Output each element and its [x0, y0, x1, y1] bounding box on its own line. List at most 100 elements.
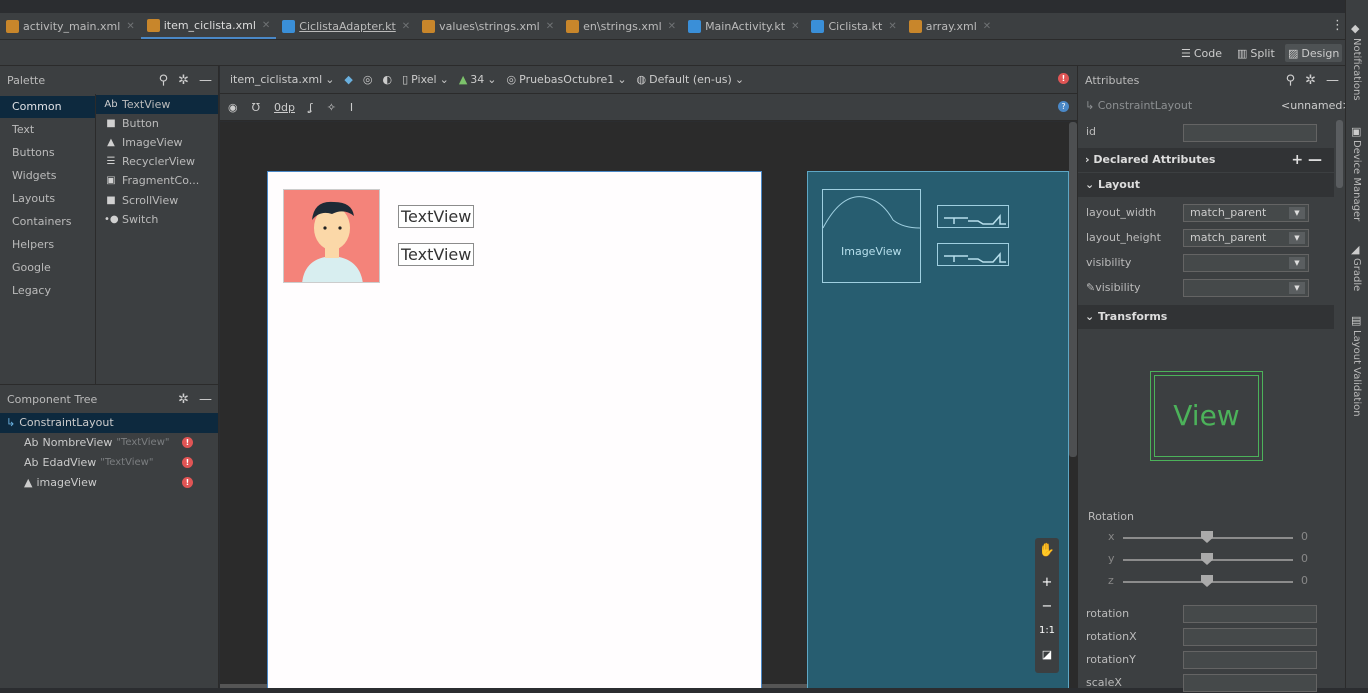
- device-dropdown[interactable]: ▯ Pixel ⌄: [402, 73, 449, 86]
- close-icon[interactable]: ✕: [983, 21, 991, 32]
- gear-icon[interactable]: ✲: [178, 392, 189, 407]
- blueprint-imageview[interactable]: ImageView: [822, 189, 921, 283]
- textview-edad[interactable]: TextView: [398, 243, 475, 266]
- error-icon[interactable]: !: [182, 437, 193, 448]
- night-mode-icon[interactable]: ◐: [382, 73, 392, 86]
- palette-category-layouts[interactable]: Layouts: [0, 188, 95, 210]
- notifications-tool[interactable]: Notifications: [1351, 38, 1362, 101]
- palette-category-buttons[interactable]: Buttons: [0, 142, 95, 164]
- palette-category-widgets[interactable]: Widgets: [0, 165, 95, 187]
- magnet-icon[interactable]: Ʊ: [252, 101, 260, 114]
- notifications-icon[interactable]: ◆: [1351, 22, 1359, 35]
- tab-activity-main[interactable]: activity_main.xml ✕: [0, 13, 141, 39]
- palette-item-imageview[interactable]: ▲ ImageView: [104, 133, 182, 152]
- rotation-z-handle[interactable]: [1201, 575, 1213, 587]
- zoom-in-button[interactable]: +: [1035, 575, 1059, 590]
- palette-item-textview[interactable]: Ab TextView: [96, 95, 218, 114]
- palette-item-button[interactable]: ■ Button: [104, 114, 159, 133]
- layout-height-dropdown[interactable]: match_parent ▼: [1183, 229, 1309, 247]
- layout-validation-icon[interactable]: ▤: [1351, 314, 1361, 327]
- zoom-out-button[interactable]: −: [1035, 599, 1059, 614]
- search-icon[interactable]: ⚲: [159, 73, 169, 88]
- palette-item-switch[interactable]: •● Switch: [104, 210, 158, 229]
- tree-item-constraintlayout[interactable]: ↳ ConstraintLayout: [0, 413, 218, 433]
- tab-ciclista-adapter[interactable]: CiclistaAdapter.kt ✕: [276, 13, 416, 39]
- minimize-icon[interactable]: —: [1326, 73, 1339, 88]
- close-icon[interactable]: ✕: [402, 21, 410, 32]
- palette-category-containers[interactable]: Containers: [0, 211, 95, 233]
- palette-category-legacy[interactable]: Legacy: [0, 280, 95, 302]
- code-mode-button[interactable]: ☰ Code: [1178, 44, 1225, 62]
- zoom-fit-icon[interactable]: ◪: [1035, 648, 1059, 661]
- zoom-actual-size-button[interactable]: 1:1: [1035, 625, 1059, 636]
- palette-item-fragmentcontainer[interactable]: ▣ FragmentCo...: [104, 171, 199, 190]
- gradle-tool[interactable]: Gradle: [1351, 258, 1362, 291]
- palette-category-text[interactable]: Text: [0, 119, 95, 141]
- close-icon[interactable]: ✕: [126, 21, 134, 32]
- tree-item-imageview[interactable]: ▲ imageView: [24, 473, 97, 493]
- palette-item-recyclerview[interactable]: ☰ RecyclerView: [104, 152, 195, 171]
- scalex-field[interactable]: [1183, 674, 1317, 692]
- theme-dropdown[interactable]: ◎ PruebasOctubre1 ⌄: [507, 73, 627, 86]
- tab-array[interactable]: array.xml ✕: [903, 13, 997, 39]
- textview-nombre[interactable]: TextView: [398, 205, 475, 228]
- tab-main-activity[interactable]: MainActivity.kt ✕: [682, 13, 805, 39]
- layout-width-dropdown[interactable]: match_parent ▼: [1183, 204, 1309, 222]
- tree-item-edadview[interactable]: Ab EdadView "TextView": [24, 453, 153, 473]
- tools-visibility-dropdown[interactable]: ▼: [1183, 279, 1309, 297]
- layout-section[interactable]: ⌄ Layout: [1078, 173, 1334, 197]
- pan-hand-icon[interactable]: ✋: [1035, 543, 1059, 558]
- device-manager-tool[interactable]: Device Manager: [1351, 140, 1362, 221]
- warning-icon[interactable]: !: [1058, 73, 1069, 84]
- error-icon[interactable]: !: [182, 477, 193, 488]
- add-remove-icon[interactable]: + —: [1291, 148, 1322, 172]
- gear-icon[interactable]: ✲: [1305, 73, 1316, 88]
- palette-category-helpers[interactable]: Helpers: [0, 234, 95, 256]
- close-icon[interactable]: ✕: [888, 21, 896, 32]
- infer-constraints-icon[interactable]: ✧: [327, 101, 336, 114]
- visibility-dropdown[interactable]: ▼: [1183, 254, 1309, 272]
- palette-category-google[interactable]: Google: [0, 257, 95, 279]
- avatar-image[interactable]: [283, 189, 380, 283]
- clear-constraints-icon[interactable]: ʆ: [309, 101, 313, 114]
- rotation-field[interactable]: [1183, 605, 1317, 623]
- more-tabs-icon[interactable]: ⋮: [1331, 18, 1344, 33]
- gear-icon[interactable]: ✲: [178, 73, 189, 88]
- transforms-section[interactable]: ⌄ Transforms: [1078, 305, 1334, 329]
- palette-category-common[interactable]: Common: [0, 96, 95, 118]
- rotationy-field[interactable]: [1183, 651, 1317, 669]
- tab-item-ciclista[interactable]: item_ciclista.xml ✕: [140, 13, 277, 39]
- rotation-x-handle[interactable]: [1201, 531, 1213, 543]
- palette-item-scrollview[interactable]: ■ ScrollView: [104, 191, 178, 210]
- info-icon[interactable]: ?: [1058, 101, 1069, 112]
- blueprint-textview-1[interactable]: [937, 205, 1009, 228]
- id-field[interactable]: [1183, 124, 1317, 142]
- tab-values-strings[interactable]: values\strings.xml ✕: [416, 13, 560, 39]
- close-icon[interactable]: ✕: [546, 21, 554, 32]
- search-icon[interactable]: ⚲: [1286, 73, 1296, 88]
- rotationx-field[interactable]: [1183, 628, 1317, 646]
- gradle-icon[interactable]: ◢: [1351, 243, 1359, 256]
- locale-dropdown[interactable]: ◍ Default (en-us) ⌄: [637, 73, 745, 86]
- tab-en-strings[interactable]: en\strings.xml ✕: [560, 13, 682, 39]
- api-dropdown[interactable]: ▲ 34 ⌄: [459, 73, 497, 86]
- blueprint-textview-2[interactable]: [937, 243, 1009, 266]
- layers-icon[interactable]: ◆: [344, 73, 352, 86]
- eye-icon[interactable]: ◉: [228, 101, 238, 114]
- tree-item-nombreview[interactable]: Ab NombreView "TextView": [24, 433, 169, 453]
- rotation-y-handle[interactable]: [1201, 553, 1213, 565]
- default-margin-dropdown[interactable]: 0dp: [274, 101, 295, 114]
- device-manager-icon[interactable]: ▣: [1351, 125, 1361, 138]
- minimize-icon[interactable]: —: [199, 73, 212, 88]
- orientation-icon[interactable]: ◎: [363, 73, 373, 86]
- close-icon[interactable]: ✕: [791, 21, 799, 32]
- close-icon[interactable]: ✕: [262, 20, 270, 31]
- split-mode-button[interactable]: ▥ Split: [1234, 44, 1278, 62]
- error-icon[interactable]: !: [182, 457, 193, 468]
- baseline-icon[interactable]: I: [350, 101, 353, 114]
- tab-ciclista[interactable]: Ciclista.kt ✕: [805, 13, 902, 39]
- design-mode-button[interactable]: ▨ Design: [1285, 44, 1343, 62]
- file-dropdown[interactable]: item_ciclista.xml ⌄: [230, 73, 334, 86]
- attributes-scrollbar[interactable]: [1336, 120, 1343, 188]
- declared-attributes-section[interactable]: › Declared Attributes + —: [1078, 148, 1334, 172]
